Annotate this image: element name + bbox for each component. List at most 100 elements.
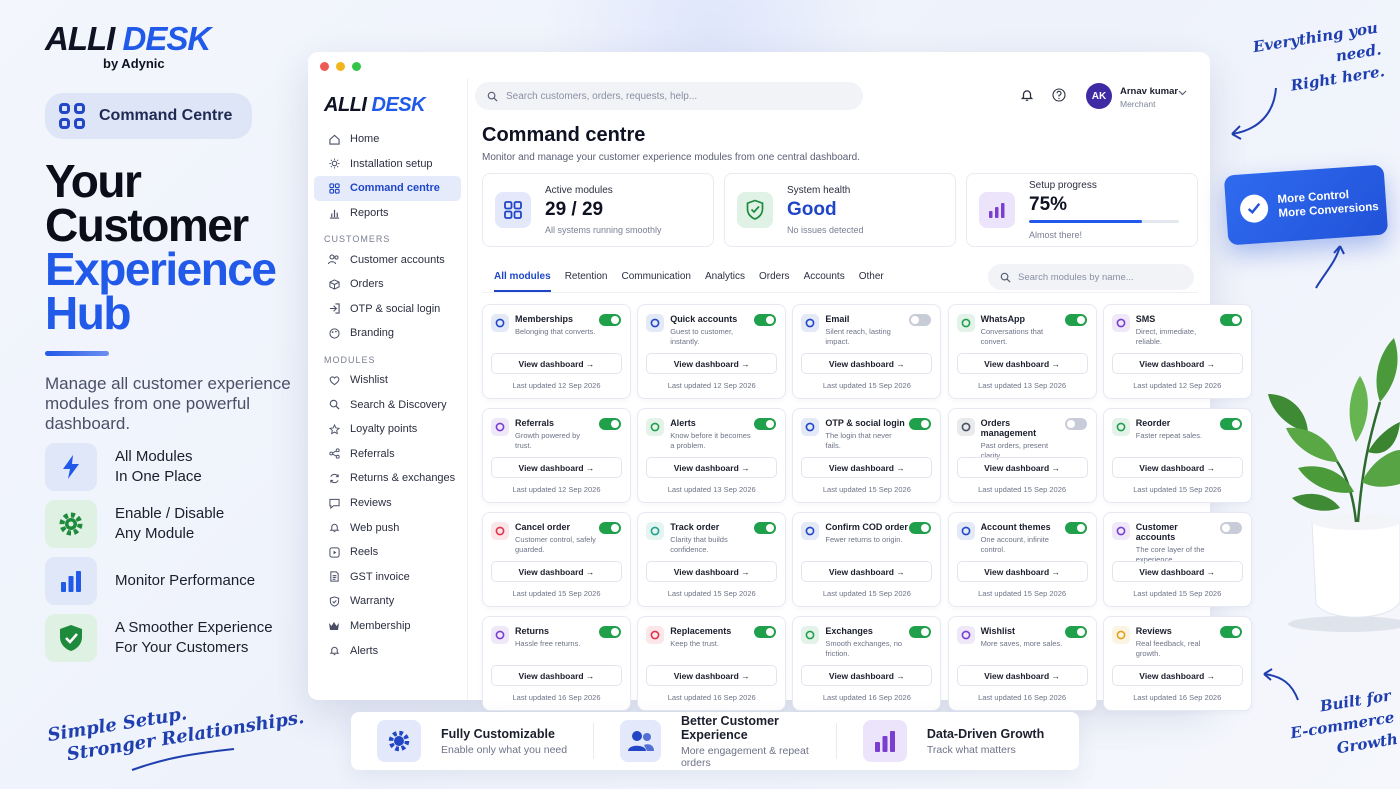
view-dashboard-button[interactable]: View dashboard → <box>491 457 622 478</box>
minimize-dot[interactable] <box>336 62 345 71</box>
star-icon <box>328 423 340 435</box>
sidebar-item-wishlist[interactable]: Wishlist <box>308 368 467 393</box>
global-search-input[interactable]: Search customers, orders, requests, help… <box>475 82 863 110</box>
view-dashboard-button[interactable]: View dashboard → <box>956 665 1088 686</box>
maximize-dot[interactable] <box>352 62 361 71</box>
sidebar-item-orders[interactable]: Orders <box>308 272 467 297</box>
box-icon <box>956 418 975 436</box>
sidebar-item-installation-setup[interactable]: Installation setup <box>308 152 467 177</box>
sidebar-item-branding[interactable]: Branding <box>308 321 467 346</box>
module-name: Referrals <box>515 418 555 428</box>
module-name: SMS <box>1135 314 1156 324</box>
share-icon <box>328 448 340 460</box>
sidebar-item-gst-invoice[interactable]: GST invoice <box>308 565 467 590</box>
top-icons <box>1020 88 1066 102</box>
view-dashboard-button[interactable]: View dashboard → <box>491 665 622 686</box>
module-card-cancel-order: Cancel order Customer control, safely gua… <box>482 512 631 607</box>
view-dashboard-button[interactable]: View dashboard → <box>956 561 1088 582</box>
view-dashboard-button[interactable]: View dashboard → <box>646 457 778 478</box>
module-name: Replacements <box>670 626 732 636</box>
module-name: Account themes <box>980 522 1051 532</box>
module-toggle[interactable] <box>1064 626 1087 638</box>
chevron-down-icon[interactable] <box>1178 90 1187 96</box>
main-content: Command centre Monitor and manage your c… <box>482 124 1198 293</box>
module-toggle[interactable] <box>1219 626 1242 638</box>
sidebar-item-customer-accounts[interactable]: Customer accounts <box>308 247 467 272</box>
user-avatar[interactable]: AK <box>1086 83 1112 109</box>
return-icon <box>491 626 509 644</box>
module-toggle[interactable] <box>909 314 932 326</box>
feature-all-modules: All Modules In One Place <box>45 443 295 491</box>
notification-bell-icon[interactable] <box>1020 88 1034 102</box>
view-dashboard-button[interactable]: View dashboard → <box>801 561 933 582</box>
module-toggle[interactable] <box>1219 314 1242 326</box>
module-toggle[interactable] <box>754 626 777 638</box>
user-name[interactable]: Arnav kumar <box>1120 86 1178 97</box>
sidebar-item-reels[interactable]: Reels <box>308 540 467 565</box>
tab-all-modules[interactable]: All modules <box>494 271 551 292</box>
module-toggle[interactable] <box>909 522 932 534</box>
view-dashboard-button[interactable]: View dashboard → <box>956 457 1088 478</box>
sidebar-item-reports[interactable]: Reports <box>308 201 467 226</box>
view-dashboard-button[interactable]: View dashboard → <box>646 561 778 582</box>
help-icon[interactable] <box>1052 88 1066 102</box>
sidebar-item-otp-social-login[interactable]: OTP & social login <box>308 297 467 322</box>
bell-icon <box>646 418 665 436</box>
view-dashboard-button[interactable]: View dashboard → <box>801 353 933 374</box>
tab-other[interactable]: Other <box>859 271 884 292</box>
view-dashboard-button[interactable]: View dashboard → <box>1111 353 1243 374</box>
view-dashboard-button[interactable]: View dashboard → <box>801 457 933 478</box>
module-toggle[interactable] <box>909 626 932 638</box>
sidebar-item-web-push[interactable]: Web push <box>308 515 467 540</box>
sidebar-item-reviews[interactable]: Reviews <box>308 491 467 516</box>
sidebar-section-customers: CUSTOMERS <box>324 234 391 245</box>
module-toggle[interactable] <box>1219 522 1242 534</box>
module-toggle[interactable] <box>754 522 777 534</box>
tab-orders[interactable]: Orders <box>759 271 790 292</box>
view-dashboard-button[interactable]: View dashboard → <box>1111 561 1243 582</box>
module-toggle[interactable] <box>1064 418 1087 430</box>
check-circle-icon <box>1239 193 1270 224</box>
view-dashboard-button[interactable]: View dashboard → <box>646 353 778 374</box>
module-toggle[interactable] <box>599 418 621 430</box>
tab-accounts[interactable]: Accounts <box>804 271 845 292</box>
sidebar-item-loyalty-points[interactable]: Loyalty points <box>308 417 467 442</box>
view-dashboard-button[interactable]: View dashboard → <box>801 665 933 686</box>
sidebar-item-returns-exchanges[interactable]: Returns & exchanges <box>308 466 467 491</box>
sidebar-item-alerts[interactable]: Alerts <box>308 638 467 663</box>
view-dashboard-button[interactable]: View dashboard → <box>956 353 1088 374</box>
module-toggle[interactable] <box>599 522 621 534</box>
module-toggle[interactable] <box>599 626 621 638</box>
potted-plant-illustration <box>1268 338 1400 632</box>
benefit-better-experience: Better Customer Experience More engagemen… <box>593 714 835 769</box>
tab-retention[interactable]: Retention <box>565 271 608 292</box>
sidebar-item-search-discovery[interactable]: Search & Discovery <box>308 392 467 417</box>
tab-analytics[interactable]: Analytics <box>705 271 745 292</box>
module-toggle[interactable] <box>1064 522 1087 534</box>
module-toggle[interactable] <box>754 418 777 430</box>
sidebar-item-command-centre[interactable]: Command centre <box>314 176 461 201</box>
sidebar-item-membership[interactable]: Membership <box>308 614 467 639</box>
home-icon <box>328 133 340 145</box>
heart-icon <box>328 374 340 386</box>
sidebar-item-warranty[interactable]: Warranty <box>308 589 467 614</box>
module-toggle[interactable] <box>754 314 777 326</box>
tab-communication[interactable]: Communication <box>622 271 691 292</box>
sidebar-logo[interactable]: ALLI DESK <box>324 94 467 117</box>
view-dashboard-button[interactable]: View dashboard → <box>1111 457 1243 478</box>
view-dashboard-button[interactable]: View dashboard → <box>491 561 622 582</box>
module-toggle[interactable] <box>599 314 621 326</box>
module-toggle[interactable] <box>909 418 932 430</box>
sidebar-item-referrals[interactable]: Referrals <box>308 442 467 467</box>
view-dashboard-button[interactable]: View dashboard → <box>491 353 622 374</box>
module-search-input[interactable]: Search modules by name... <box>988 264 1194 290</box>
bolt-icon <box>45 443 97 491</box>
grid-icon <box>495 192 531 228</box>
module-toggle[interactable] <box>1064 314 1087 326</box>
view-dashboard-button[interactable]: View dashboard → <box>1111 665 1243 686</box>
view-dashboard-button[interactable]: View dashboard → <box>646 665 778 686</box>
close-dot[interactable] <box>320 62 329 71</box>
module-toggle[interactable] <box>1219 418 1242 430</box>
module-name: Memberships <box>515 314 574 324</box>
sidebar-item-home[interactable]: Home <box>308 127 467 152</box>
